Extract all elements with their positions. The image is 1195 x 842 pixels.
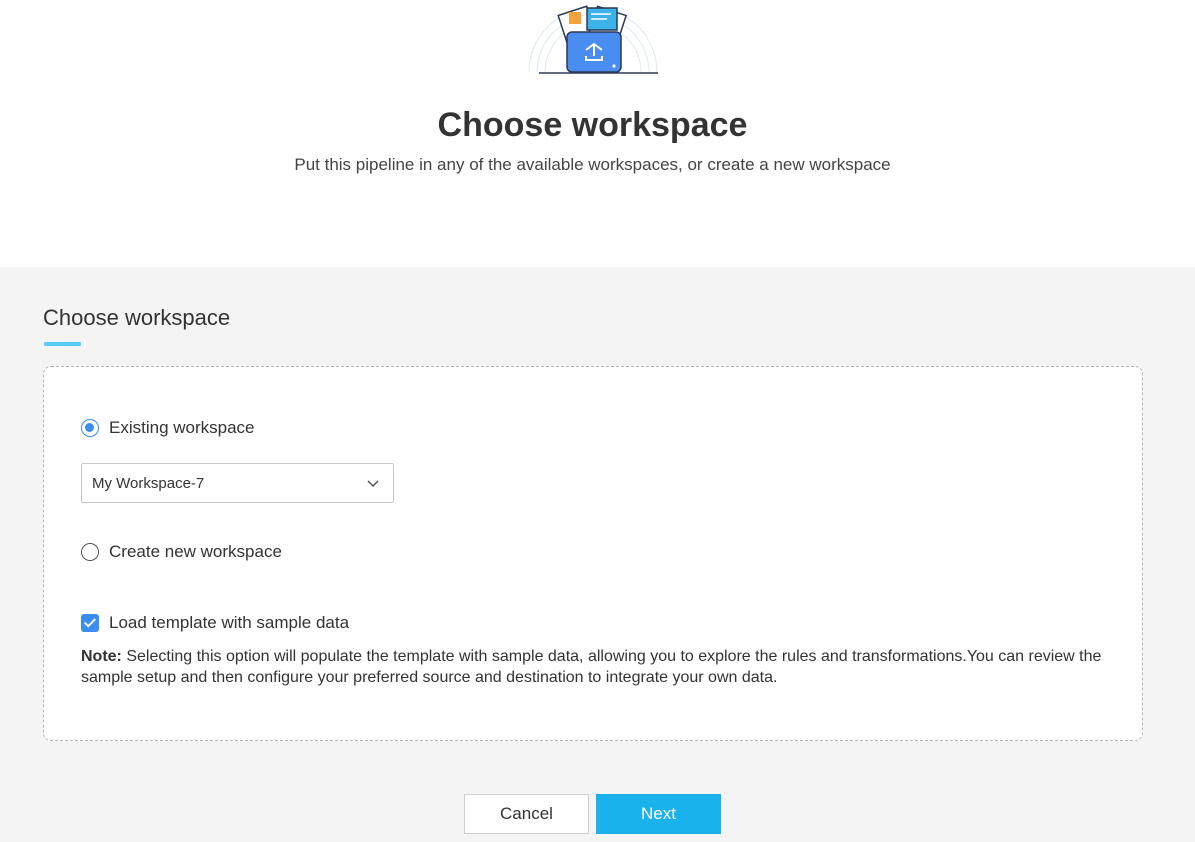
load-template-checkbox[interactable] <box>81 614 99 632</box>
note-prefix: Note: <box>81 648 122 665</box>
note-text: Selecting this option will populate the … <box>81 648 1102 686</box>
workspace-select[interactable]: My Workspace-7 <box>81 463 394 503</box>
workspace-form-area: Choose workspace Existing workspace My W… <box>0 267 1195 842</box>
existing-workspace-label: Existing workspace <box>109 418 255 437</box>
cancel-button[interactable]: Cancel <box>464 794 589 834</box>
page-subtitle: Put this pipeline in any of the availabl… <box>294 155 891 174</box>
chevron-down-icon <box>367 480 379 488</box>
load-template-option[interactable]: Load template with sample data <box>81 613 349 633</box>
workspace-options-card: Existing workspace My Workspace-7 Create… <box>43 366 1143 741</box>
header-area: Choose workspace Put this pipeline in an… <box>0 0 1195 267</box>
page-title: Choose workspace <box>437 106 748 144</box>
create-workspace-option[interactable]: Create new workspace <box>81 542 282 562</box>
folder-upload-illustration <box>528 5 658 74</box>
section-title: Choose workspace <box>43 305 231 330</box>
workspace-select-value: My Workspace-7 <box>92 474 205 492</box>
create-workspace-radio[interactable] <box>81 543 99 561</box>
load-template-label: Load template with sample data <box>109 613 350 632</box>
existing-workspace-option[interactable]: Existing workspace <box>81 418 255 438</box>
existing-workspace-radio[interactable] <box>81 419 99 437</box>
section-title-underline <box>44 342 81 346</box>
create-workspace-label: Create new workspace <box>109 542 282 561</box>
template-note: Note: Selecting this option will populat… <box>81 646 1111 688</box>
next-button[interactable]: Next <box>596 794 721 834</box>
